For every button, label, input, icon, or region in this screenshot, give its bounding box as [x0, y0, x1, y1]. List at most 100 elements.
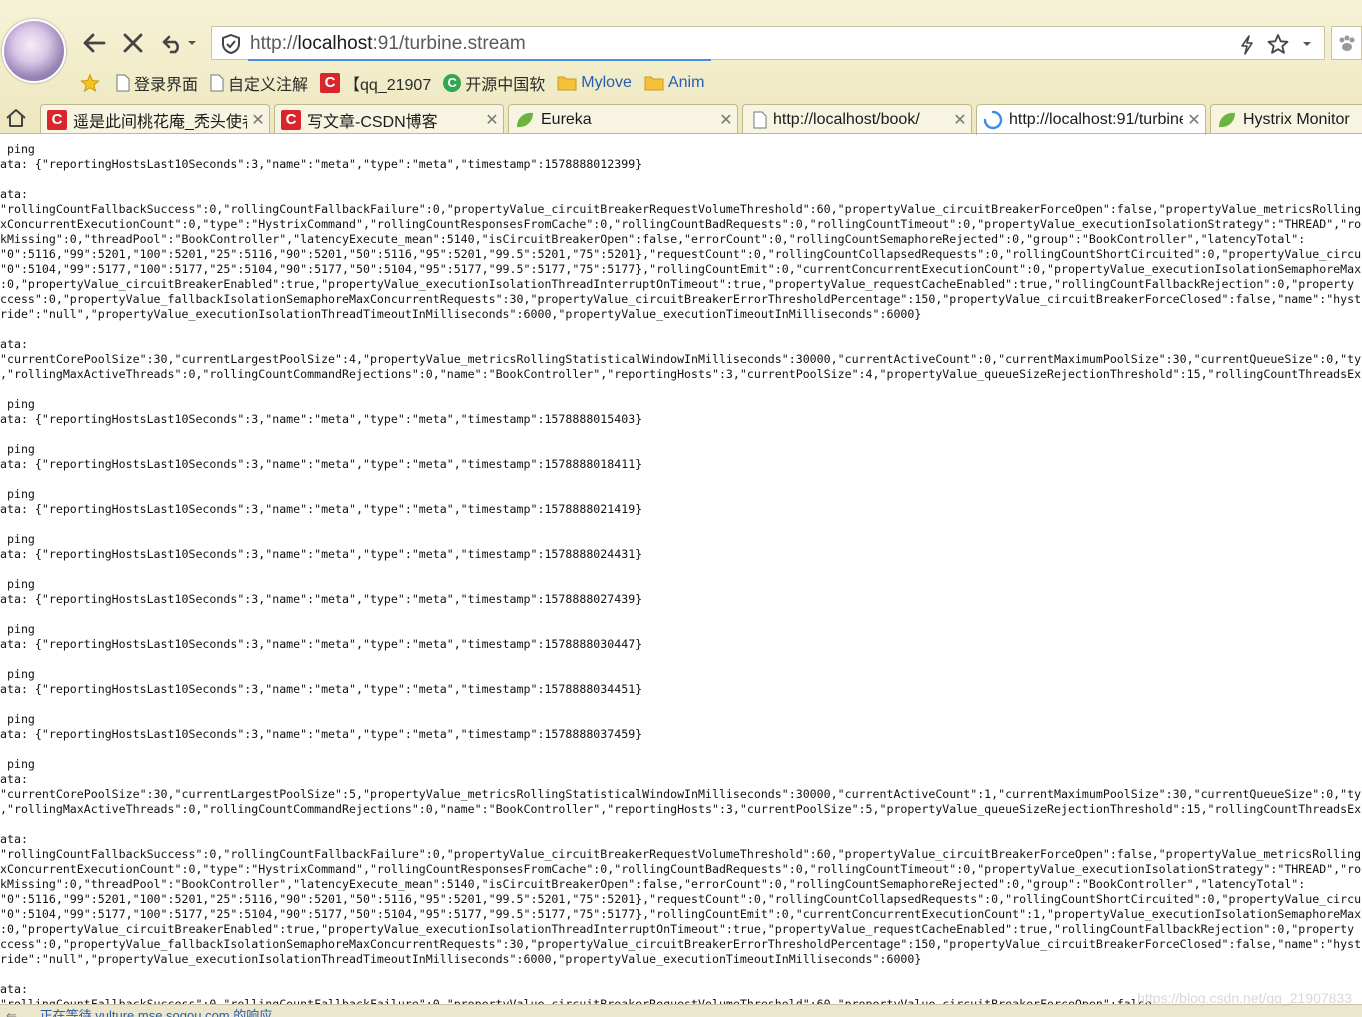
stream-line [0, 322, 1362, 337]
close-icon[interactable]: ✕ [481, 110, 503, 130]
stream-line: ping [0, 712, 35, 726]
tab-hystrix-monitor[interactable]: Hystrix Monitor [1210, 104, 1362, 134]
undo-button[interactable] [157, 29, 201, 57]
bookmark-label: 登录界面 [134, 77, 199, 94]
stream-line [0, 382, 1362, 397]
stream-line [0, 967, 1362, 982]
stream-line: ata: {"reportingHostsLast10Seconds":3,"n… [0, 637, 643, 651]
stream-line: ping [0, 532, 35, 546]
tab-localhost-book[interactable]: http://localhost/book/ ✕ [742, 104, 972, 134]
stream-line: ccess":0,"propertyValue_fallbackIsolatio… [0, 937, 1362, 951]
stream-line: ,"rollingMaxActiveThreads":0,"rollingCou… [0, 367, 1362, 381]
sogou-extension-button[interactable] [1331, 26, 1362, 60]
stream-line: ping [0, 577, 35, 591]
page-icon [210, 74, 224, 92]
csdn-icon: C [320, 73, 341, 93]
bookmark-label: 【qq_21907 [344, 77, 432, 94]
tab-title: Eureka [541, 110, 592, 128]
bookmark-item[interactable]: C 【qq_21907 [320, 71, 431, 95]
stream-line: "rollingCountFallbackSuccess":0,"rolling… [0, 847, 1362, 861]
csdn-icon: C [47, 109, 67, 130]
stream-line: "currentCorePoolSize":30,"currentLargest… [0, 352, 1362, 366]
stream-line: kMissing":0,"threadPool":"BookController… [0, 232, 1306, 246]
browser-chrome: http://localhost:91/turbine.stream 登录界面 … [0, 0, 1362, 135]
folder-icon [557, 76, 577, 91]
spring-leaf-icon [1219, 112, 1235, 127]
tab-title: 遥是此间桃花庵_秃头使者 [73, 113, 247, 131]
bookmark-item[interactable]: 登录界面 [116, 71, 198, 95]
address-bar[interactable]: http://localhost:91/turbine.stream [211, 26, 1325, 61]
stream-line [0, 172, 1362, 187]
stream-line: "currentCorePoolSize":30,"currentLargest… [0, 787, 1362, 801]
back-button[interactable] [80, 29, 108, 57]
url-host: localhost [297, 33, 373, 54]
url-prefix: http:// [250, 33, 298, 54]
stream-line: ,"rollingMaxActiveThreads":0,"rollingCou… [0, 802, 1362, 816]
tab-title: http://localhost/book/ [773, 110, 920, 128]
stream-line: ping [0, 622, 35, 636]
stream-line [0, 472, 1362, 487]
stream-line [0, 427, 1362, 442]
loading-icon [983, 110, 1003, 130]
close-icon[interactable]: ✕ [1183, 110, 1205, 130]
stream-line [0, 652, 1362, 667]
bookmark-item[interactable]: Mylove [557, 74, 632, 92]
stream-line: ata: {"reportingHostsLast10Seconds":3,"n… [0, 457, 643, 471]
home-icon[interactable] [5, 108, 27, 128]
close-icon[interactable]: ✕ [247, 110, 269, 130]
stream-line [0, 607, 1362, 622]
tab-title: http://localhost:91/turbine.stream [1009, 111, 1183, 128]
url-text[interactable]: http://localhost:91/turbine.stream [250, 33, 526, 55]
bookmarks-bar: 登录界面 自定义注解 C 【qq_21907 C 开源中国软 Mylove An… [80, 70, 716, 96]
stream-line: :0,"propertyValue_circuitBreakerEnabled"… [0, 277, 1355, 291]
stream-line: ride":"null","propertyValue_executionIso… [0, 307, 922, 321]
close-icon[interactable]: ✕ [949, 110, 971, 130]
bookmark-label: 自定义注解 [228, 77, 309, 94]
tab-title: 写文章-CSDN博客 [307, 113, 438, 131]
stream-line: ping [0, 757, 35, 771]
stream-line: ata: {"reportingHostsLast10Seconds":3,"n… [0, 547, 643, 561]
chevron-down-icon[interactable] [1302, 40, 1312, 48]
close-icon[interactable]: ✕ [715, 110, 737, 130]
loading-progress-bar [248, 59, 711, 61]
stream-line: "0":5104,"99":5177,"100":5177,"25":5104,… [0, 262, 1362, 276]
stream-line: ata: [0, 772, 28, 786]
bookmark-item[interactable]: 自定义注解 [210, 71, 308, 95]
stream-line: ping [0, 487, 35, 501]
stream-line: kMissing":0,"threadPool":"BookController… [0, 877, 1306, 891]
tab-csdn-blog[interactable]: C 遥是此间桃花庵_秃头使者 ✕ [40, 104, 270, 134]
tab-eureka[interactable]: Eureka ✕ [508, 104, 738, 134]
star-icon[interactable] [80, 73, 100, 93]
tab-csdn-write[interactable]: C 写文章-CSDN博客 ✕ [274, 104, 504, 134]
stream-line: ata: {"reportingHostsLast10Seconds":3,"n… [0, 592, 643, 606]
stream-line [0, 742, 1362, 757]
user-avatar[interactable] [2, 19, 66, 83]
shield-icon [222, 34, 240, 54]
stream-line: ata: [0, 187, 28, 201]
lightning-icon[interactable] [1240, 35, 1254, 55]
close-icon [123, 33, 143, 53]
status-text: 正在等待 vulture.mse.sogou.com 的响应... [39, 1008, 284, 1017]
stream-line: ata: [0, 832, 28, 846]
bookmark-label: Anim [667, 74, 705, 91]
stream-line: ping [0, 397, 35, 411]
stream-line: ping [0, 442, 35, 456]
bookmark-item[interactable]: C 开源中国软 [443, 71, 545, 95]
csdn-icon: C [281, 109, 301, 130]
page-icon [116, 74, 130, 92]
stream-line: ride":"null","propertyValue_executionIso… [0, 952, 922, 966]
stream-line: "rollingCountFallbackSuccess":0,"rolling… [0, 202, 1362, 216]
chevron-down-icon [188, 41, 196, 45]
stream-line: :0,"propertyValue_circuitBreakerEnabled"… [0, 922, 1355, 936]
star-icon[interactable] [1267, 33, 1289, 55]
tab-turbine-stream[interactable]: http://localhost:91/turbine.stream ✕ [976, 104, 1206, 135]
stream-line: ping [0, 667, 35, 681]
stream-line: xConcurrentExecutionCount":0,"type":"Hys… [0, 862, 1362, 876]
stream-line: ata: {"reportingHostsLast10Seconds":3,"n… [0, 157, 643, 171]
bookmark-item[interactable]: Anim [644, 74, 704, 92]
stream-content: ping ata: {"reportingHostsLast10Seconds":… [0, 142, 1362, 1004]
stream-line: ccess":0,"propertyValue_fallbackIsolatio… [0, 292, 1362, 306]
stream-line: ping [0, 142, 35, 156]
bookmark-label: 开源中国软 [465, 77, 546, 94]
stop-button[interactable] [119, 29, 147, 57]
